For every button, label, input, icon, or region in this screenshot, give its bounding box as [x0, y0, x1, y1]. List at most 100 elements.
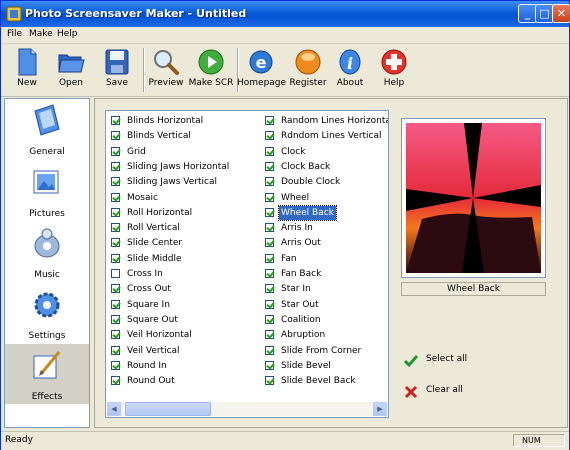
effect-checkbox[interactable] [265, 146, 274, 156]
menu-make[interactable]: Make [29, 29, 53, 39]
effect-label: Slide Center [127, 238, 183, 249]
menu-file[interactable]: File [7, 29, 22, 39]
open-button[interactable]: Open [48, 46, 94, 94]
effect-label: Clock Back [281, 161, 331, 172]
effect-checkbox[interactable] [265, 192, 274, 202]
scroll-thumb[interactable] [125, 402, 211, 416]
effect-checkbox[interactable] [111, 330, 120, 340]
effect-checkbox[interactable] [111, 177, 120, 187]
effect-checkbox[interactable] [265, 131, 274, 141]
effect-checkbox[interactable] [265, 376, 274, 386]
effect-checkbox[interactable] [111, 360, 120, 370]
scroll-left-icon[interactable]: ◀ [107, 402, 121, 416]
app-window: Photo Screensaver Maker - Untitled _ □ ✕… [0, 0, 570, 450]
effect-checkbox[interactable] [265, 253, 274, 263]
menu-help[interactable]: Help [57, 29, 78, 39]
effect-label: Grid [127, 146, 146, 157]
effect-label: Square In [127, 299, 170, 310]
new-button[interactable]: New [4, 46, 50, 94]
preview-image [402, 119, 545, 277]
effect-checkbox[interactable] [111, 192, 120, 202]
effect-label: Veil Vertical [127, 345, 180, 356]
general-icon [34, 104, 60, 136]
help-button[interactable]: Help [371, 46, 417, 94]
effect-checkbox[interactable] [111, 314, 120, 324]
preview-button[interactable]: Preview [143, 46, 189, 94]
magnifier-icon [154, 50, 179, 75]
effect-label: Star Out [281, 299, 319, 310]
effect-label: Veil Horizontal [127, 330, 192, 341]
effects-list[interactable]: Blinds Horizontal Blinds Vertical Grid Slid… [105, 110, 389, 418]
effect-label: Blinds Horizontal [127, 116, 204, 126]
sidebar-item-pictures[interactable]: Pictures [5, 161, 89, 221]
settings-icon [34, 292, 60, 318]
effect-label: Star In [281, 284, 311, 295]
horizontal-scrollbar[interactable]: ◀ ▶ [107, 402, 387, 416]
effect-label: Sliding Jaws Vertical [127, 177, 217, 188]
effect-label: Rdndom Lines Vertical [281, 131, 382, 142]
effect-label: Wheel [281, 192, 310, 203]
effect-checkbox[interactable] [111, 116, 120, 125]
status-text: Ready [5, 435, 33, 445]
homepage-button[interactable]: e Homepage [237, 46, 286, 94]
app-icon [6, 6, 22, 22]
effect-checkbox[interactable] [265, 345, 274, 355]
effect-checkbox[interactable] [111, 238, 120, 248]
effect-checkbox[interactable] [111, 146, 120, 156]
save-button[interactable]: Save [94, 46, 140, 94]
effect-label: Double Clock [281, 177, 341, 188]
register-orb-icon [295, 49, 321, 75]
effect-checkbox[interactable] [265, 116, 274, 125]
effect-checkbox[interactable] [265, 299, 274, 309]
effect-label: Blinds Vertical [127, 131, 191, 142]
red-x-icon [404, 385, 418, 399]
effect-checkbox[interactable] [265, 161, 274, 171]
sidebar-item-general[interactable]: General [5, 99, 89, 159]
effect-checkbox[interactable] [265, 223, 274, 233]
status-bar: Ready NUM [1, 431, 569, 450]
effect-checkbox[interactable] [111, 207, 120, 217]
effect-checkbox[interactable] [111, 299, 120, 309]
new-file-icon [18, 48, 37, 76]
effect-label: Fan Back [281, 269, 322, 279]
internet-explorer-icon: e [249, 50, 273, 74]
effect-checkbox[interactable] [265, 284, 274, 294]
effect-checkbox[interactable] [111, 376, 120, 386]
effect-checkbox[interactable] [265, 177, 274, 187]
sidebar-item-settings[interactable]: Settings [5, 283, 89, 343]
effect-label: Slide Bevel Back [281, 376, 356, 387]
effect-label: Roll Horizontal [127, 207, 193, 218]
effect-label: Cross In [127, 269, 163, 279]
about-button[interactable]: i About [327, 46, 373, 94]
sidebar-item-music[interactable]: Music [5, 222, 89, 282]
effect-label: Square Out [127, 314, 178, 325]
effect-checkbox[interactable] [265, 314, 274, 324]
effect-checkbox[interactable] [111, 223, 120, 233]
effect-checkbox[interactable] [111, 253, 120, 263]
effect-label: Coalition [281, 314, 321, 325]
effect-label: Roll Vertical [127, 223, 180, 234]
effect-checkbox[interactable] [111, 284, 120, 294]
effect-checkbox[interactable] [111, 161, 120, 171]
close-button[interactable]: ✕ [552, 4, 570, 23]
register-button[interactable]: Register [285, 46, 331, 94]
scroll-right-icon[interactable]: ▶ [373, 402, 387, 416]
effect-checkbox[interactable] [265, 360, 274, 370]
make-scr-button[interactable]: Make SCR [188, 46, 234, 94]
effect-checkbox[interactable] [265, 330, 274, 340]
effect-checkbox[interactable] [111, 131, 120, 141]
svg-text:i: i [347, 54, 353, 73]
effect-checkbox[interactable] [265, 269, 274, 278]
effect-checkbox[interactable] [265, 238, 274, 248]
title-bar[interactable]: Photo Screensaver Maker - Untitled _ □ ✕ [1, 1, 570, 27]
effect-label: Round Out [127, 376, 175, 387]
effect-label: Wheel Back [278, 204, 337, 221]
effect-label: Fan [281, 253, 297, 264]
effect-checkbox[interactable] [265, 207, 274, 217]
play-icon [198, 49, 224, 75]
sidebar-item-effects[interactable]: Effects [5, 344, 89, 404]
effect-checkbox[interactable] [111, 269, 120, 278]
num-lock-indicator: NUM [513, 434, 565, 447]
effect-checkbox[interactable] [111, 345, 120, 355]
help-cross-icon [381, 49, 407, 75]
